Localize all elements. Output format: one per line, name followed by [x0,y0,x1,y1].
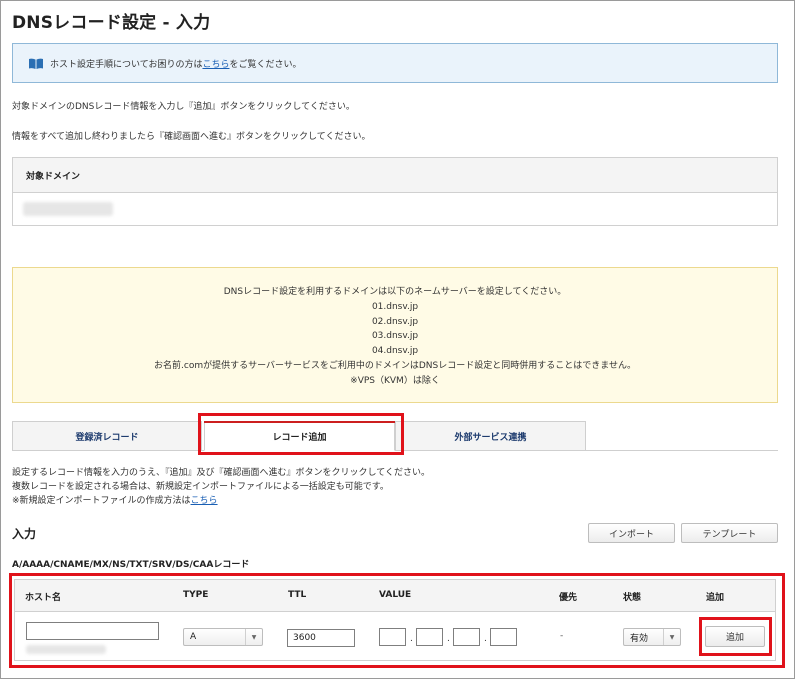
notice-line: 03.dnsv.jp [371,331,419,342]
target-domain-box: 対象ドメイン [12,157,778,226]
import-file-note: ※新規設定インポートファイルの作成方法はこちら [12,496,218,506]
highlight-add-button [699,617,772,656]
notice-line: DNSレコード設定を利用するドメインは以下のネームサーバーを設定してください。 [223,287,567,297]
help-text: ホスト設定手順についてお困りの方は [50,59,203,70]
bulk-import-note: 複数レコードを設定される場合は、新規設定インポートファイルによる一括設定も可能で… [12,482,389,492]
help-text-suffix: をご覧ください。 [229,59,302,70]
page-title: DNSレコード設定 - 入力 [12,13,211,33]
help-link[interactable]: こちら [202,57,229,70]
domain-name-redacted [23,202,113,216]
form-instruction: 設定するレコード情報を入力のうえ、『追加』及び『確認画面へ進む』ボタンをクリック… [12,468,430,478]
template-button[interactable]: テンプレート [681,523,778,543]
highlight-add-record-tab [198,413,404,455]
book-icon [29,58,43,69]
notice-line: お名前.comが提供するサーバーサービスをご利用中のドメインはDNSレコード設定… [154,360,636,371]
tab-registered-records[interactable]: 登録済レコード [12,421,202,451]
notice-line: 02.dnsv.jp [371,316,419,327]
instruction-add: 対象ドメインのDNSレコード情報を入力し『追加』ボタンをクリックしてください。 [12,102,355,112]
input-section-title: 入力 [12,527,37,541]
notice-line: 01.dnsv.jp [371,301,419,312]
help-info-box: ホスト設定手順についてお困りの方は こちら をご覧ください。 [12,43,778,83]
notice-line: ※VPS（KVM）は除く [350,375,440,386]
target-domain-header: 対象ドメイン [13,158,777,193]
tab-external-services[interactable]: 外部サービス連携 [395,421,586,451]
highlight-record-table [9,573,785,668]
nameserver-notice: DNSレコード設定を利用するドメインは以下のネームサーバーを設定してください。 … [12,267,778,403]
notice-line: 04.dnsv.jp [371,346,419,357]
record-types-label: A/AAAA/CNAME/MX/NS/TXT/SRV/DS/CAAレコード [12,560,250,570]
import-button[interactable]: インポート [588,523,675,543]
import-help-link[interactable]: こちら [191,496,218,506]
instruction-confirm: 情報をすべて追加し終わりましたら『確認画面へ進む』ボタンをクリックしてください。 [12,132,371,142]
